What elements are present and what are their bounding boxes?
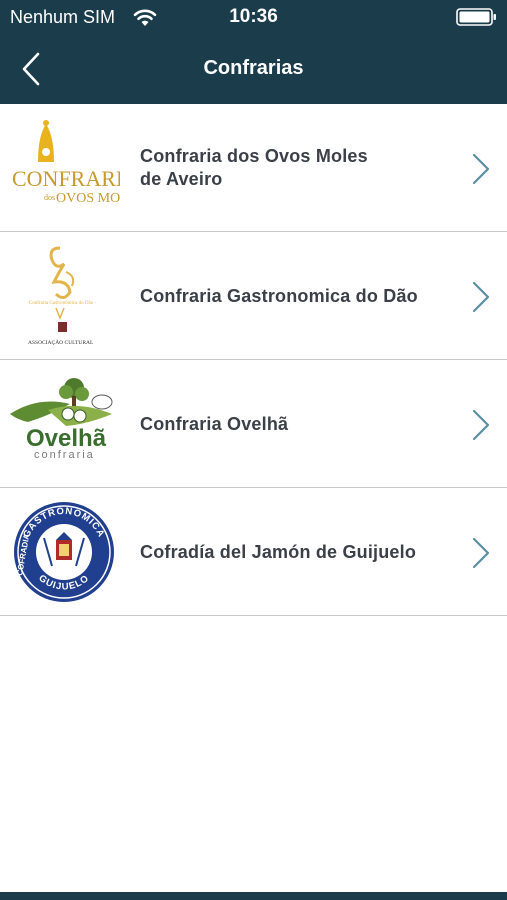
ovelha-logo: Ovelhã confraria	[8, 370, 120, 478]
screen: Nenhum SIM 10:36 Confrarias CONFRARI dos…	[0, 0, 507, 900]
list-item-label: Cofradía del Jamón de Guijuelo	[140, 541, 417, 562]
navigation-bar: Confrarias	[0, 34, 507, 104]
chevron-right-icon	[470, 408, 492, 442]
list-item-ovos-moles[interactable]: CONFRARIA dos OVOS MOLES Confraria dos O…	[0, 104, 507, 232]
list-item-label: Confraria Gastronomica do Dão	[140, 285, 418, 306]
battery-icon	[456, 8, 498, 26]
page-title: Confrarias	[203, 57, 304, 79]
guijuelo-logo: GASTRONOMICA GUIJUELO COFRADIA	[8, 498, 120, 606]
logo-text-sub: OVOS MOLES	[56, 191, 120, 206]
chevron-right-icon	[470, 536, 492, 570]
ovos-moles-logo: CONFRARIA dos OVOS MOLES	[8, 114, 145, 222]
chevron-left-icon	[22, 52, 40, 86]
logo-text: CONFRARIA	[12, 166, 120, 191]
logo-text-small: dos	[44, 193, 55, 202]
chevron-right-icon	[470, 280, 492, 314]
dao-logo: · Confraria Gastronómica do Dão · ASSOCI…	[8, 242, 120, 350]
list-item-label: Confraria Ovelhã	[140, 413, 289, 434]
list-item-dao[interactable]: · Confraria Gastronómica do Dão · ASSOCI…	[0, 232, 507, 360]
list-item-label: Confraria dos Ovos Moles de Aveiro	[140, 146, 368, 189]
bottom-bar	[0, 892, 507, 900]
chevron-right-icon	[470, 152, 492, 186]
confrarias-list: CONFRARIA dos OVOS MOLES Confraria dos O…	[0, 104, 507, 616]
logo-text: Ovelhã	[26, 425, 107, 452]
logo-text-sub: confraria	[34, 449, 95, 461]
logo-text: ASSOCIAÇÃO CULTURAL	[28, 338, 94, 346]
list-item-guijuelo[interactable]: GASTRONOMICA GUIJUELO COFRADIA Cofradía …	[0, 488, 507, 616]
status-bar: Nenhum SIM 10:36	[0, 0, 507, 34]
list-item-ovelha[interactable]: Ovelhã confraria Confraria Ovelhã	[0, 360, 507, 488]
svg-text:· Confraria Gastronómica do Dã: · Confraria Gastronómica do Dão ·	[26, 301, 96, 306]
clock: 10:36	[229, 6, 278, 27]
back-button[interactable]	[14, 50, 50, 88]
